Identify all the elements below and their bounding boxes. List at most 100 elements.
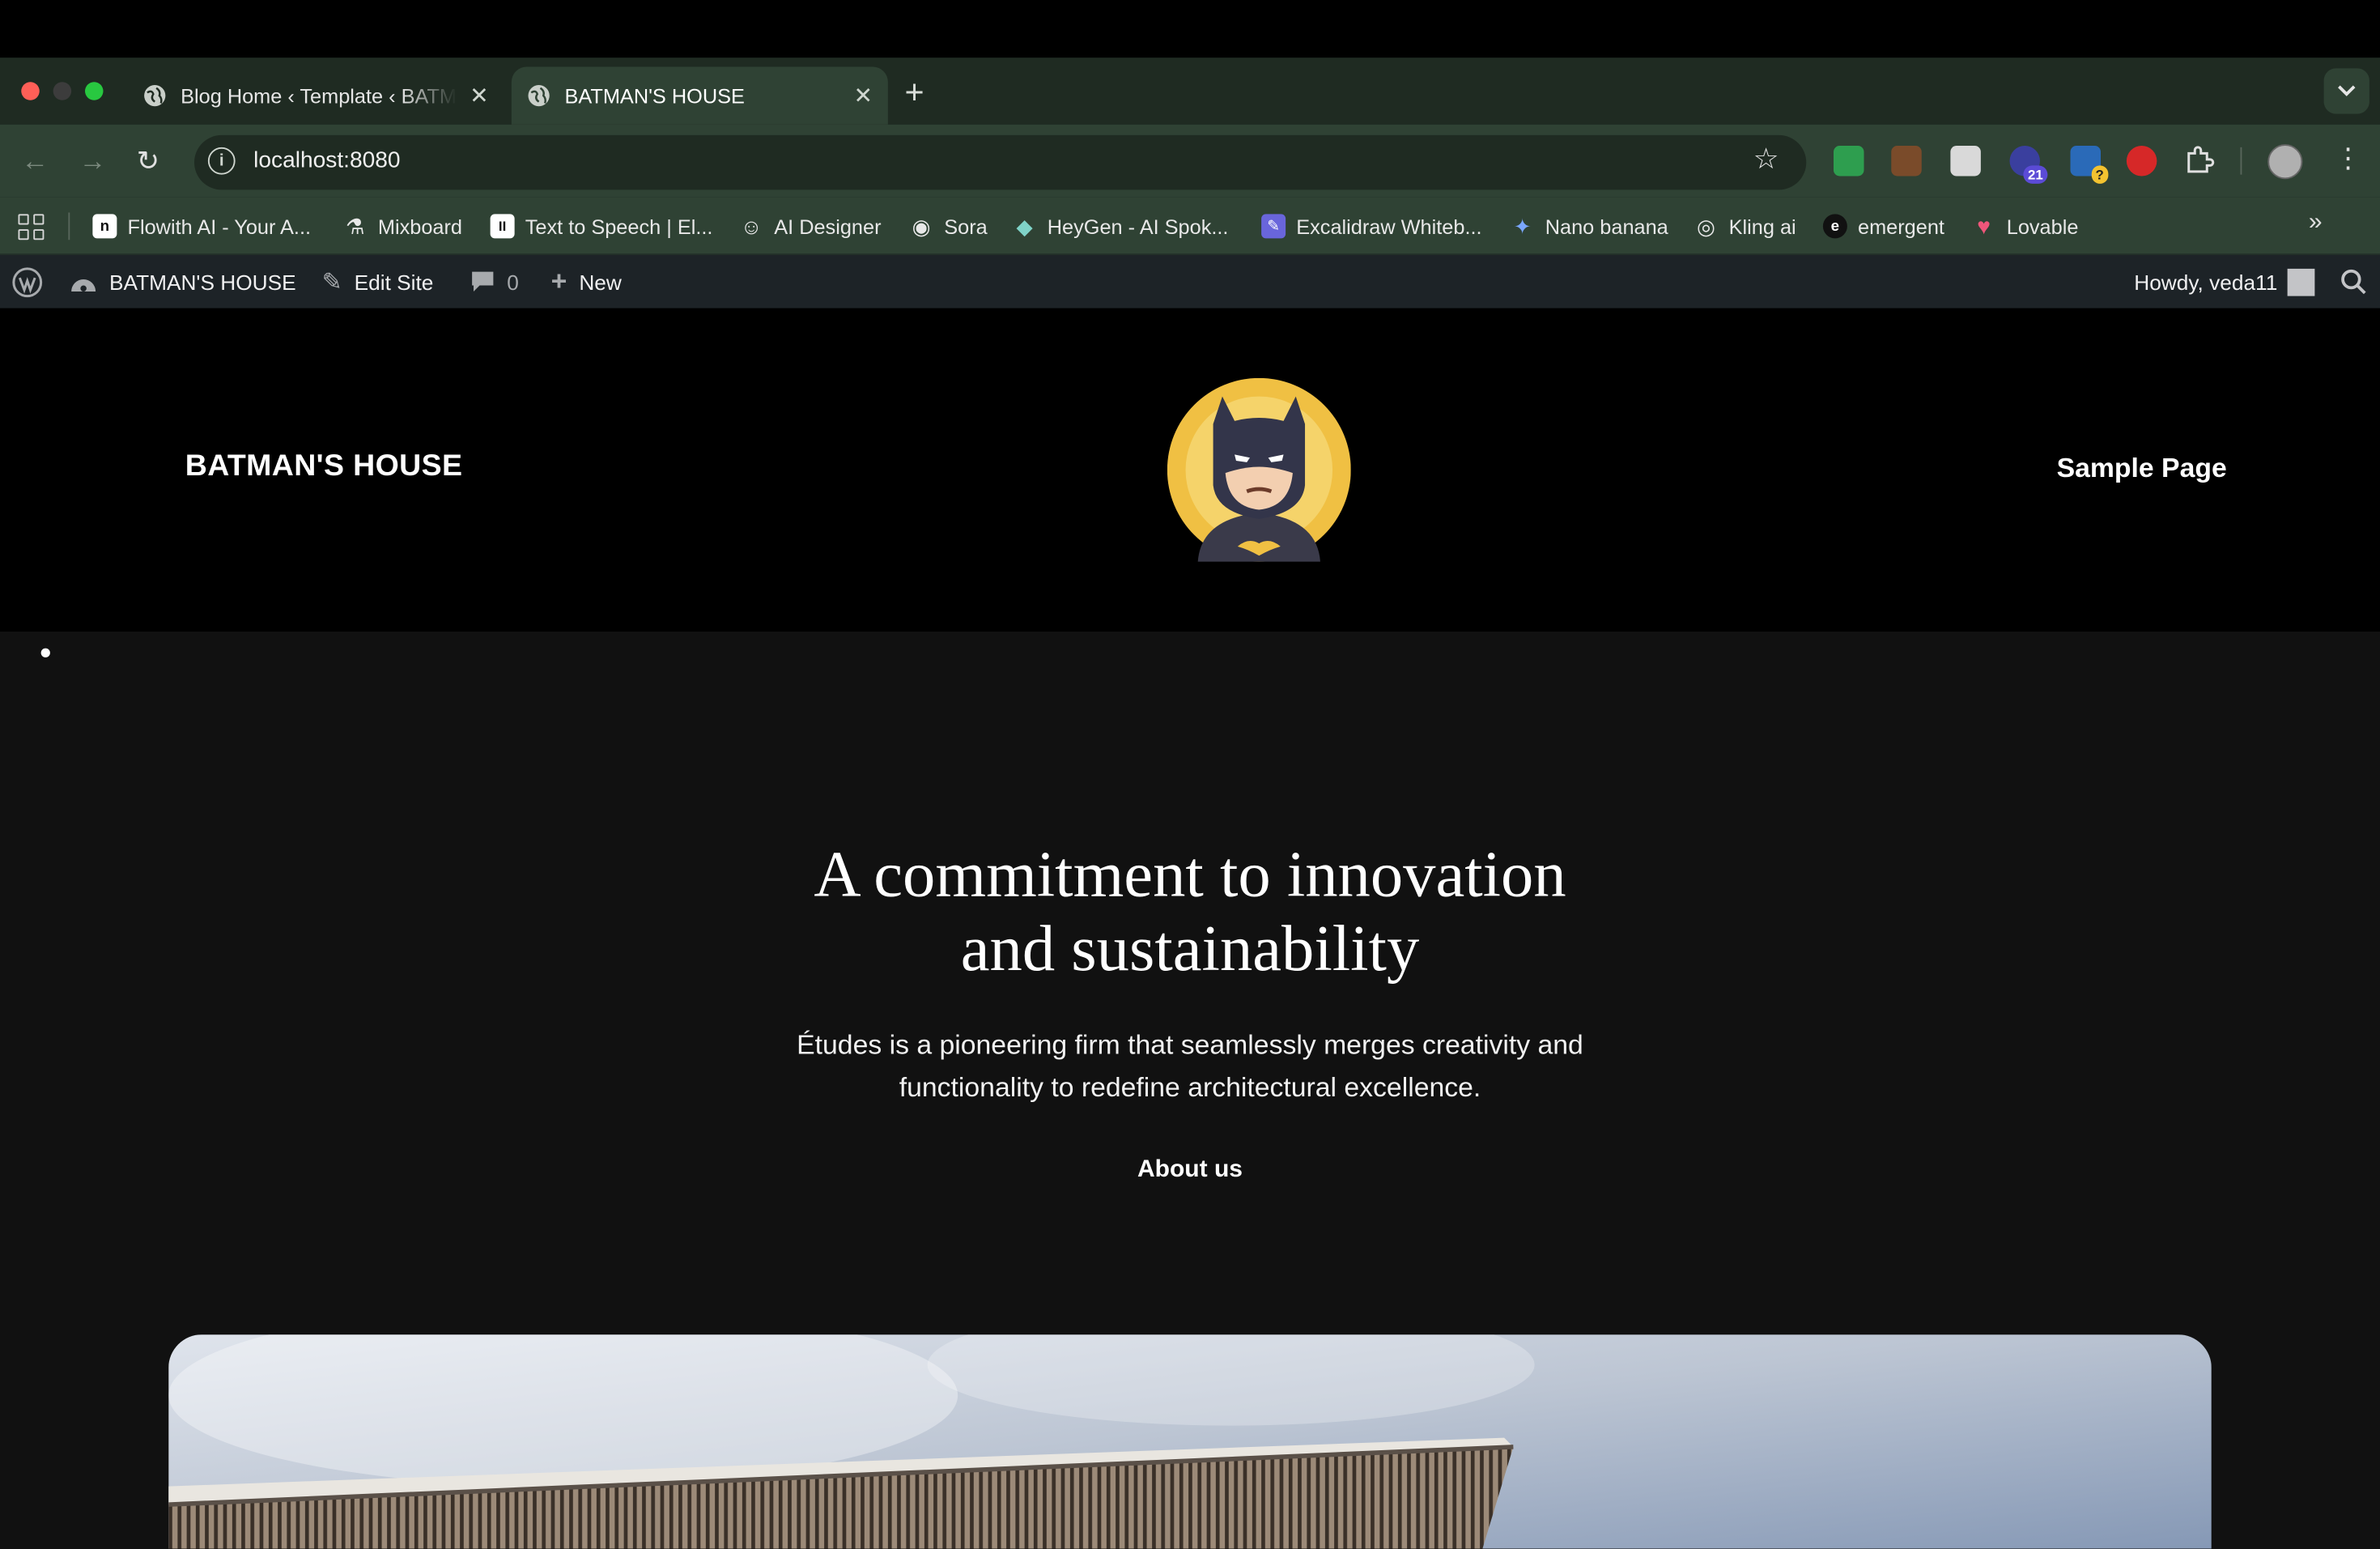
hero-description-line: Études is a pioneering firm that seamles… — [797, 1029, 1583, 1060]
flowith-icon: n — [92, 214, 117, 239]
ai-designer-icon: ☺ — [740, 214, 763, 239]
dashboard-gauge-icon — [71, 279, 96, 292]
ext-21-icon[interactable]: 21 — [2009, 146, 2048, 184]
hand-stop-icon[interactable] — [2126, 146, 2157, 177]
lovable-icon: ♥ — [1977, 213, 1991, 240]
bookmark-excalidraw[interactable]: ✎ Excalidraw Whiteb... — [1261, 198, 1482, 255]
bookmark-label: Mixboard — [377, 215, 462, 238]
bookmark-sora[interactable]: ◉ Sora — [909, 198, 988, 255]
hero-heading-line: A commitment to innovation — [814, 839, 1566, 911]
tab-title: Blog Home ‹ Template ‹ BATMAN'S HOUSE — [181, 84, 457, 108]
hero-heading-line: and sustainability — [960, 913, 1420, 985]
more-bookmarks-icon[interactable]: » — [2309, 210, 2323, 237]
bookmark-emergent[interactable]: e emergent — [1822, 198, 1944, 255]
bookmark-label: Kling ai — [1728, 215, 1796, 238]
heygen-icon: ◆ — [1016, 213, 1033, 238]
hero-heading: A commitment to innovation and sustainab… — [583, 838, 1797, 987]
comments-count: 0 — [507, 269, 519, 294]
ext-question-icon[interactable]: ? — [2070, 146, 2109, 184]
new-content-link[interactable]: + New — [551, 255, 622, 309]
tab-batmans-house[interactable]: BATMAN'S HOUSE ✕ — [511, 66, 888, 125]
admin-site-name-label: BATMAN'S HOUSE — [109, 269, 296, 294]
bookmark-ai-designer[interactable]: ☺ AI Designer — [739, 198, 882, 255]
my-account-link[interactable]: Howdy, veda11 — [2134, 255, 2316, 309]
bookmark-label: emergent — [1858, 215, 1944, 238]
bookmark-label: Nano banana — [1545, 215, 1668, 238]
tab-close-icon[interactable]: ✕ — [854, 82, 873, 109]
url-text[interactable]: localhost:8080 — [253, 147, 400, 173]
list-bullet — [40, 648, 50, 657]
reload-icon[interactable]: ↻ — [137, 146, 159, 177]
building-image — [168, 1334, 2212, 1549]
howdy-label: Howdy, veda11 — [2134, 269, 2278, 294]
bookmark-nano-banana[interactable]: ✦ Nano banana — [1511, 198, 1668, 255]
photo-ext-icon[interactable] — [1891, 146, 1922, 177]
back-arrow-icon[interactable]: ← — [21, 146, 49, 177]
browser-menu-icon[interactable]: ⋮ — [2335, 143, 2362, 174]
bookmark-label: AI Designer — [774, 215, 882, 238]
hero-description: Études is a pioneering firm that seamles… — [735, 1023, 1646, 1109]
chevron-down-icon — [2338, 85, 2356, 96]
toolbar-divider — [2240, 147, 2242, 175]
bookmark-label: Excalidraw Whiteb... — [1296, 215, 1482, 238]
extension-badge: 21 — [2023, 165, 2048, 184]
brush-icon: ✎ — [321, 269, 342, 296]
bookmark-label: Sora — [944, 215, 988, 238]
tab-close-icon[interactable]: ✕ — [470, 82, 489, 109]
kling-icon: ◎ — [1697, 213, 1715, 238]
tab-blog-home[interactable]: Blog Home ‹ Template ‹ BATMAN'S HOUSE ✕ — [128, 67, 504, 125]
window-minimize-button[interactable] — [53, 82, 72, 100]
nav-sample-page[interactable]: Sample Page — [2057, 453, 2227, 484]
elevenlabs-icon: II — [490, 214, 515, 239]
bookmark-mixboard[interactable]: ⚗ Mixboard — [343, 198, 462, 255]
extension-badge: ? — [2090, 165, 2109, 184]
bookmark-elevenlabs[interactable]: II Text to Speech | El... — [490, 198, 713, 255]
flask-icon: ⚗ — [345, 213, 365, 238]
bookmark-label: HeyGen - AI Spok... — [1047, 215, 1229, 238]
site-title[interactable]: BATMAN'S HOUSE — [185, 449, 463, 484]
new-tab-button[interactable]: + — [905, 73, 924, 113]
window-close-button[interactable] — [21, 82, 40, 100]
emergent-icon: e — [1822, 214, 1847, 239]
bookmarks-divider — [68, 212, 70, 240]
extensions-puzzle-icon[interactable] — [2184, 144, 2215, 182]
edit-site-link[interactable]: ✎ Edit Site — [322, 255, 434, 309]
tab-search-button[interactable] — [2323, 68, 2369, 114]
window-zoom-button[interactable] — [85, 82, 104, 100]
batman-logo[interactable] — [1167, 377, 1351, 562]
wordpress-logo-icon[interactable] — [12, 255, 43, 309]
plus-icon: + — [550, 266, 567, 296]
bookmark-label: Flowith AI - Your A... — [127, 215, 312, 238]
gemini-icon: ✦ — [1513, 213, 1532, 238]
doc-ext-icon[interactable] — [1950, 146, 1981, 177]
forward-arrow-icon[interactable]: → — [79, 146, 107, 177]
bookmark-heygen[interactable]: ◆ HeyGen - AI Spok... — [1013, 198, 1229, 255]
os-top-strip — [0, 0, 2380, 58]
sheets-icon[interactable] — [1834, 146, 1864, 177]
sora-icon: ◉ — [912, 213, 931, 238]
bookmark-label: Lovable — [2006, 215, 2079, 238]
tab-title: BATMAN'S HOUSE — [564, 84, 745, 108]
bookmark-label: Text to Speech | El... — [525, 215, 713, 238]
globe-icon — [528, 85, 550, 107]
globe-icon — [144, 85, 166, 107]
excalidraw-icon: ✎ — [1261, 214, 1286, 239]
site-info-icon[interactable]: i — [207, 147, 236, 175]
edit-site-label: Edit Site — [354, 269, 434, 294]
comment-bubble-icon — [472, 271, 494, 292]
bookmark-star-icon[interactable]: ☆ — [1753, 143, 1779, 177]
user-avatar — [2288, 267, 2316, 296]
bookmark-flowith[interactable]: n Flowith AI - Your A... — [92, 198, 311, 255]
comments-link[interactable]: 0 — [470, 255, 519, 309]
building-photo-illustration — [168, 1334, 2212, 1549]
profile-avatar-icon[interactable] — [2267, 144, 2303, 180]
hero-description-line: functionality to redefine architectural … — [899, 1071, 1481, 1103]
bookmark-kling[interactable]: ◎ Kling ai — [1694, 198, 1796, 255]
about-us-link[interactable]: About us — [1039, 1157, 1342, 1185]
new-label: New — [579, 269, 622, 294]
admin-search-icon[interactable] — [2340, 255, 2366, 309]
address-bar[interactable] — [194, 134, 1807, 190]
bookmark-lovable[interactable]: ♥ Lovable — [1972, 198, 2079, 255]
admin-site-name[interactable]: BATMAN'S HOUSE — [70, 255, 296, 309]
apps-grid-icon[interactable] — [18, 214, 45, 240]
